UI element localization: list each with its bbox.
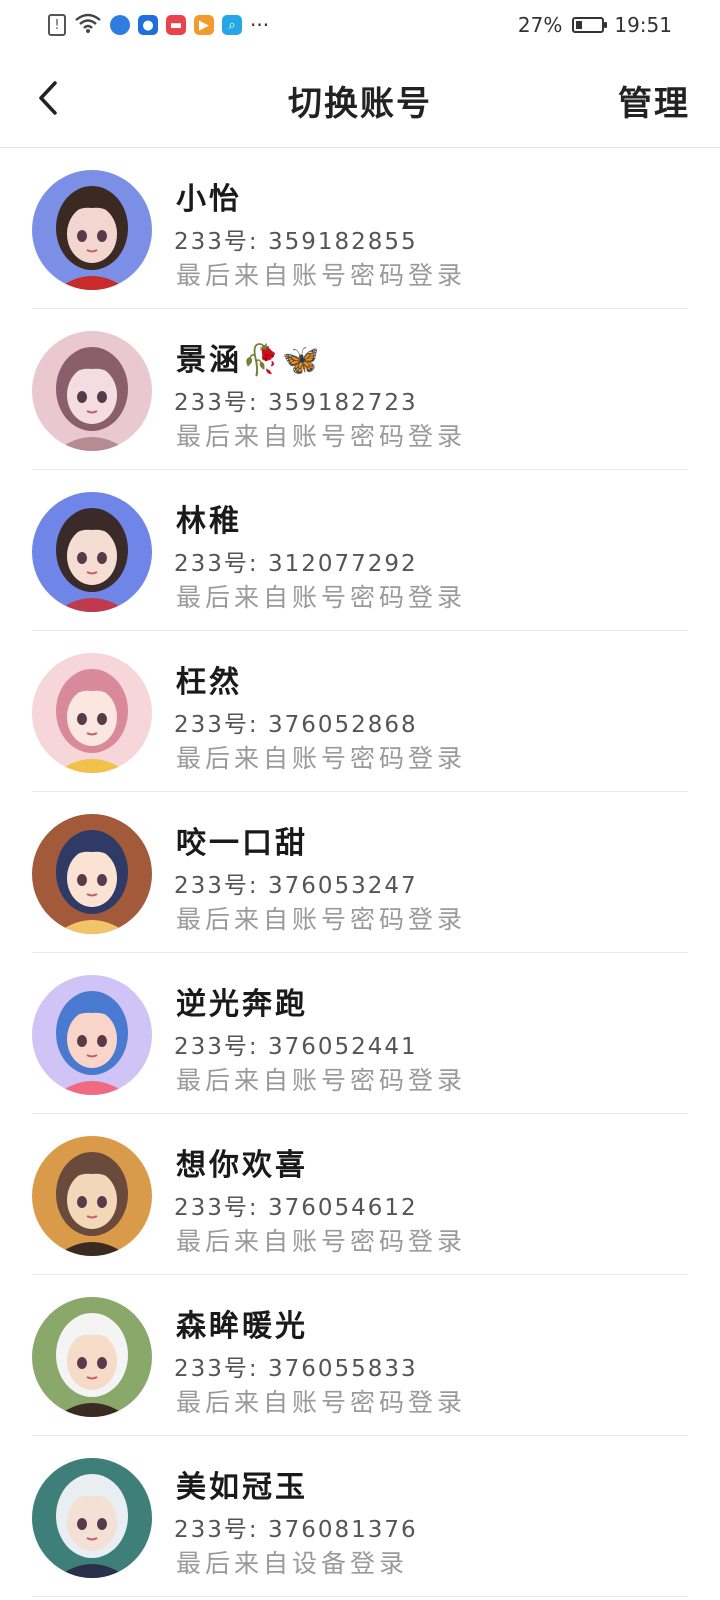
avatar — [32, 1297, 152, 1417]
account-name: 想你欢喜 — [176, 1148, 308, 1183]
account-id: 233号: 376052868 — [174, 712, 418, 738]
account-login-source: 最后来自账号密码登录 — [176, 1066, 467, 1095]
account-login-source: 最后来自账号密码登录 — [176, 1388, 467, 1417]
account-name: 林稚 — [176, 504, 242, 539]
account-id: 233号: 376054612 — [174, 1195, 418, 1221]
account-item[interactable]: 景涵🥀🦋 233号: 359182723 最后来自账号密码登录 — [0, 309, 720, 470]
app-header: 切换账号 管理 — [0, 50, 720, 148]
avatar — [32, 1458, 152, 1578]
account-name: 森眸暖光 — [176, 1309, 308, 1344]
divider — [32, 1596, 688, 1597]
more-notifications-icon: ··· — [250, 13, 270, 37]
account-item[interactable]: 林稚 233号: 312077292 最后来自账号密码登录 — [0, 470, 720, 631]
red-app-icon: ▬ — [166, 15, 186, 35]
account-item[interactable]: 美如冠玉 233号: 376081376 最后来自设备登录 — [0, 1436, 720, 1597]
account-item[interactable]: 森眸暖光 233号: 376055833 最后来自账号密码登录 — [0, 1275, 720, 1436]
search-app-icon: ⌕ — [222, 15, 242, 35]
account-login-source: 最后来自账号密码登录 — [176, 905, 467, 934]
account-id: 233号: 376055833 — [174, 1356, 418, 1382]
avatar — [32, 975, 152, 1095]
account-login-source: 最后来自账号密码登录 — [176, 422, 467, 451]
manage-button[interactable]: 管理 — [618, 76, 690, 125]
account-id: 233号: 376081376 — [174, 1517, 418, 1543]
bulb-app-icon: ● — [138, 15, 158, 35]
account-name: 小怡 — [176, 182, 242, 217]
account-id: 233号: 359182723 — [174, 390, 418, 416]
account-name: 咬一口甜 — [176, 826, 308, 861]
account-name: 枉然 — [176, 665, 242, 700]
battery-icon — [572, 17, 608, 33]
account-item[interactable]: 想你欢喜 233号: 376054612 最后来自账号密码登录 — [0, 1114, 720, 1275]
account-login-source: 最后来自账号密码登录 — [176, 744, 467, 773]
account-id: 233号: 376052441 — [174, 1034, 418, 1060]
account-id: 233号: 376053247 — [174, 873, 418, 899]
avatar — [32, 170, 152, 290]
browser-icon — [110, 15, 130, 35]
avatar — [32, 814, 152, 934]
account-name: 美如冠玉 — [176, 1470, 308, 1505]
battery-percent: 27% — [517, 13, 563, 37]
account-item[interactable]: 枉然 233号: 376052868 最后来自账号密码登录 — [0, 631, 720, 792]
account-id: 233号: 359182855 — [174, 229, 418, 255]
account-name: 逆光奔跑 — [176, 987, 308, 1022]
clock: 19:51 — [614, 13, 672, 37]
status-bar: ! ● ▬ ▶ ⌕ ··· 27% 19:51 — [0, 0, 720, 50]
account-login-source: 最后来自设备登录 — [176, 1549, 409, 1578]
sim-alert-icon: ! — [48, 14, 66, 36]
avatar — [32, 653, 152, 773]
account-item[interactable]: 咬一口甜 233号: 376053247 最后来自账号密码登录 — [0, 792, 720, 953]
page-title: 切换账号 — [288, 84, 432, 124]
wifi-icon — [74, 12, 102, 39]
account-login-source: 最后来自账号密码登录 — [176, 583, 467, 612]
notification-icons: ! ● ▬ ▶ ⌕ ··· — [48, 12, 269, 39]
account-list: 小怡 233号: 359182855 最后来自账号密码登录 景涵🥀🦋 233号: 359… — [0, 148, 720, 1597]
status-indicators: 27% 19:51 — [518, 13, 672, 37]
account-item[interactable]: 逆光奔跑 233号: 376052441 最后来自账号密码登录 — [0, 953, 720, 1114]
account-name: 景涵🥀🦋 — [176, 343, 323, 378]
avatar — [32, 1136, 152, 1256]
account-item[interactable]: 小怡 233号: 359182855 最后来自账号密码登录 — [0, 148, 720, 309]
avatar — [32, 492, 152, 612]
avatar — [32, 331, 152, 451]
video-app-icon: ▶ — [194, 15, 214, 35]
account-login-source: 最后来自账号密码登录 — [176, 261, 467, 290]
account-login-source: 最后来自账号密码登录 — [176, 1227, 467, 1256]
account-id: 233号: 312077292 — [174, 551, 418, 577]
